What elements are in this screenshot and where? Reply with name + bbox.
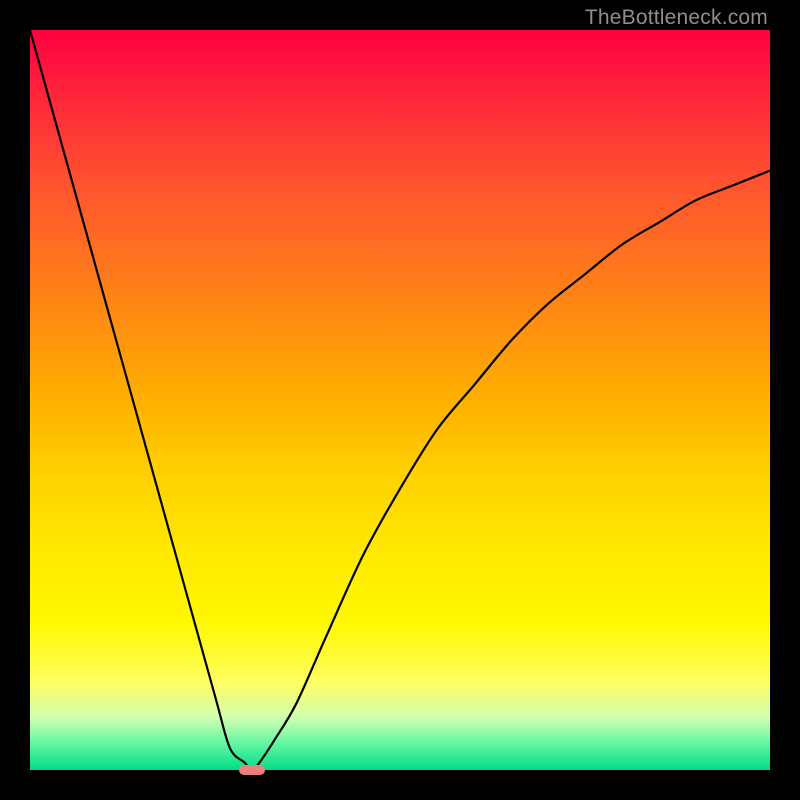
bottleneck-curve (30, 30, 770, 770)
watermark-text: TheBottleneck.com (585, 6, 768, 30)
chart-container: TheBottleneck.com (0, 0, 800, 800)
plot-area (30, 30, 770, 770)
optimal-point-marker (239, 765, 265, 775)
